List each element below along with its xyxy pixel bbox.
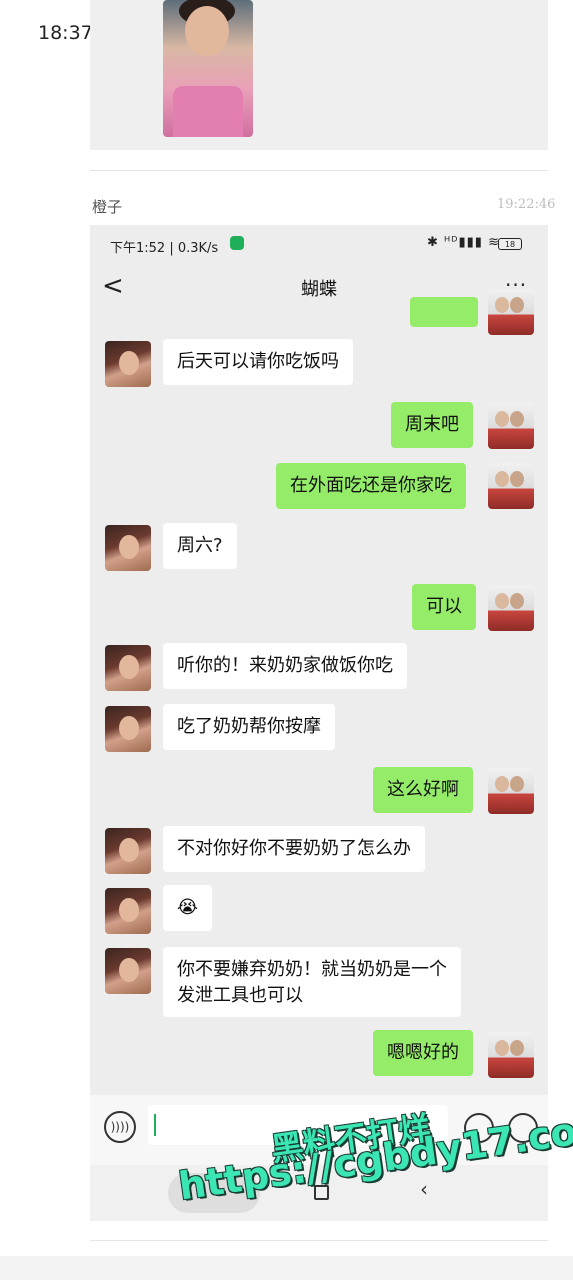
message-bubble: 周六? [163,523,237,569]
my-avatar[interactable] [488,1032,534,1078]
photo-message[interactable] [163,0,253,137]
contact-avatar[interactable] [105,341,151,387]
message-list: 后天可以请你吃饭吗 周末吧 在外面吃还是你家吃 周六? 可以 听你的！来奶奶家做… [90,289,548,1095]
message-bubble: 后天可以请你吃饭吗 [163,339,353,385]
divider [90,1240,548,1241]
message-bubble: 在外面吃还是你家吃 [276,463,466,509]
chat-screenshot[interactable]: 下午1:52 | 0.3K/s ✱ ᴴᴰ▮▮▮ ≋ 18 < 蝴蝶 ··· 后天… [90,225,548,1221]
nav-back-icon[interactable]: ‹ [420,1177,428,1201]
message-bubble: 周末吧 [391,402,473,448]
text-caret [154,1114,156,1136]
message-bubble: 你不要嫌弃奶奶！就当奶奶是一个 发泄工具也可以 [163,947,461,1017]
partial-message [410,297,478,327]
message-line: 发泄工具也可以 [177,985,303,1006]
my-avatar[interactable] [488,403,534,449]
message-bubble: 嗯嗯好的 [373,1030,473,1076]
message-line: 你不要嫌弃奶奶！就当奶奶是一个 [177,959,447,980]
my-avatar[interactable] [488,463,534,509]
screenshot-signal-icons: ✱ ᴴᴰ▮▮▮ ≋ [427,235,500,250]
message-bubble: 可以 [412,584,476,630]
message-bubble: 听你的！来奶奶家做饭你吃 [163,643,407,689]
footer-strip [0,1256,573,1280]
contact-avatar[interactable] [105,525,151,571]
message-bubble: 这么好啊 [373,767,473,813]
voice-icon[interactable]: )))) [104,1111,136,1143]
wechat-icon [230,236,244,250]
my-avatar[interactable] [488,768,534,814]
contact-avatar[interactable] [105,828,151,874]
my-avatar[interactable] [488,585,534,631]
screenshot-time: 下午1:52 | 0.3K/s [110,241,219,256]
chat-header: < 蝴蝶 ··· [90,265,548,317]
message-time: 19:22:46 [497,197,556,212]
sender-name[interactable]: 橙子 [92,196,122,217]
previous-message-area [90,0,548,150]
message-bubble: 吃了奶奶帮你按摩 [163,704,335,750]
contact-avatar[interactable] [105,888,151,934]
divider [90,170,548,171]
chat-title: 蝴蝶 [301,279,337,300]
status-time: 18:37 [38,22,93,44]
contact-avatar[interactable] [105,706,151,752]
contact-avatar[interactable] [105,948,151,994]
screenshot-battery-icon: 18 [498,238,522,250]
contact-avatar[interactable] [105,645,151,691]
message-bubble: 不对你好你不要奶奶了怎么办 [163,826,425,872]
screenshot-status-bar: 下午1:52 | 0.3K/s ✱ ᴴᴰ▮▮▮ ≋ 18 [90,225,548,265]
my-avatar[interactable] [488,289,534,335]
crying-sticker: 😭 [163,885,213,931]
